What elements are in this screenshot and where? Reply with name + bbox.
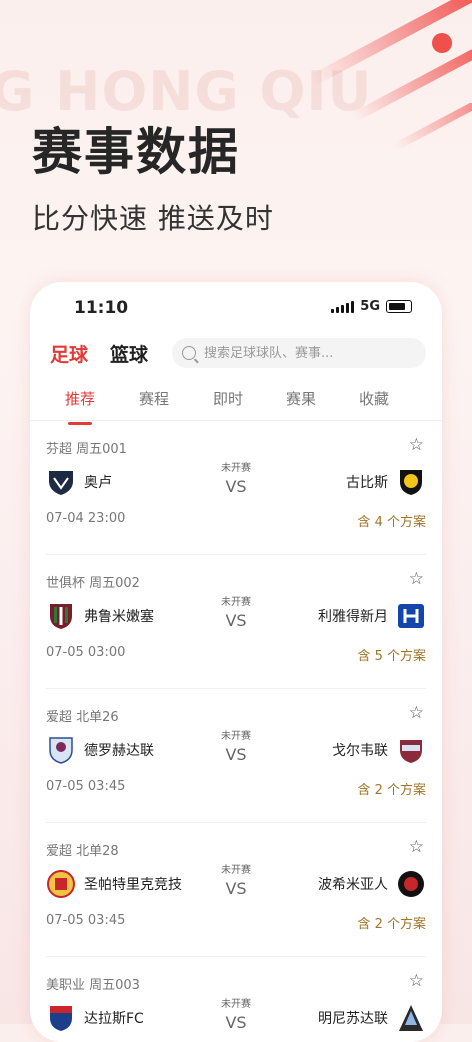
star-icon[interactable]: ☆ — [409, 435, 424, 455]
home-team-name: 圣帕特里克竞技 — [84, 877, 182, 893]
home-team-name: 弗鲁米嫩塞 — [84, 609, 154, 625]
home-team-name: 达拉斯FC — [84, 1011, 144, 1027]
match-card[interactable]: 爱超 北单28 ☆ 未开赛 VS 圣帕特里克竞技 波希米亚人 07-05 03:… — [46, 823, 426, 957]
tab-live[interactable]: 即时 — [198, 388, 258, 409]
home-team: 圣帕特里克竞技 — [46, 869, 182, 899]
away-team: 利雅得新月 — [318, 601, 426, 631]
search-icon — [182, 346, 196, 360]
hero-title: 赛事数据 — [32, 123, 240, 181]
star-icon[interactable]: ☆ — [409, 569, 424, 589]
tab-recommend[interactable]: 推荐 — [50, 388, 110, 425]
home-team-name: 德罗赫达联 — [84, 743, 154, 759]
decor-stripe — [393, 101, 472, 151]
home-team: 达拉斯FC — [46, 1003, 144, 1033]
away-team-name: 利雅得新月 — [318, 609, 388, 625]
tab-football[interactable]: 足球 — [50, 340, 88, 367]
match-league: 爱超 北单26 — [46, 710, 119, 725]
team-logo-icon — [400, 740, 422, 763]
team-logo-icon — [399, 1005, 423, 1031]
status-bar: 11:10 5G — [30, 282, 442, 332]
team-logo-icon — [50, 1006, 72, 1031]
home-team: 德罗赫达联 — [46, 735, 154, 765]
match-time: 07-05 03:00 — [46, 645, 126, 660]
star-icon[interactable]: ☆ — [409, 971, 424, 991]
signal-icon — [331, 300, 355, 313]
status-time: 11:10 — [74, 298, 129, 318]
match-card[interactable]: 芬超 周五001 ☆ 未开赛 VS 奥卢 古比斯 07-04 23:00 含 4… — [46, 421, 426, 555]
sub-tab-bar: 推荐 赛程 即时 赛果 收藏 — [30, 376, 442, 425]
plan-count[interactable]: 含 2 个方案 — [357, 779, 426, 798]
away-team: 明尼苏达联 — [318, 1003, 426, 1033]
team-logo-icon — [400, 470, 422, 495]
match-league: 芬超 周五001 — [46, 442, 127, 457]
battery-icon — [386, 300, 412, 313]
match-time: 07-05 03:45 — [46, 779, 126, 794]
hero-subtitle: 比分快速 推送及时 — [32, 202, 274, 235]
tab-results[interactable]: 赛果 — [271, 388, 331, 409]
search-bar[interactable] — [172, 338, 426, 368]
search-input[interactable] — [202, 344, 406, 362]
plan-count[interactable]: 含 4 个方案 — [357, 511, 426, 530]
away-team-name: 古比斯 — [346, 475, 388, 491]
team-logo-icon — [398, 871, 424, 897]
match-league: 美职业 周五003 — [46, 978, 140, 993]
away-team: 戈尔韦联 — [332, 735, 426, 765]
match-list: 芬超 周五001 ☆ 未开赛 VS 奥卢 古比斯 07-04 23:00 含 4… — [30, 421, 442, 1042]
tab-schedule[interactable]: 赛程 — [124, 388, 184, 409]
match-card[interactable]: 美职业 周五003 ☆ 未开赛 VS 达拉斯FC 明尼苏达联 — [46, 957, 426, 1042]
away-team-name: 明尼苏达联 — [318, 1011, 388, 1027]
match-time: 07-05 03:45 — [46, 913, 126, 928]
tab-label: 推荐 — [64, 390, 95, 408]
team-logo-icon — [49, 737, 73, 764]
team-logo-icon — [47, 870, 75, 898]
tab-favorites[interactable]: 收藏 — [344, 388, 404, 409]
plan-count[interactable]: 含 2 个方案 — [357, 913, 426, 932]
phone-mockup: 11:10 5G 足球 篮球 推荐 赛程 即时 赛果 收藏 芬超 周五001 ☆… — [30, 282, 442, 1042]
away-team-name: 戈尔韦联 — [332, 743, 388, 759]
team-logo-icon — [398, 604, 424, 628]
decor-dot — [432, 33, 452, 53]
match-card[interactable]: 世俱杯 周五002 ☆ 未开赛 VS 弗鲁米嫩塞 利雅得新月 07-05 03:… — [46, 555, 426, 689]
home-team: 奥卢 — [46, 467, 112, 497]
home-team-name: 奥卢 — [84, 475, 112, 491]
team-logo-icon — [50, 604, 72, 629]
match-time: 07-04 23:00 — [46, 511, 126, 526]
tab-basketball[interactable]: 篮球 — [110, 340, 148, 367]
away-team: 古比斯 — [346, 467, 426, 497]
match-card[interactable]: 爱超 北单26 ☆ 未开赛 VS 德罗赫达联 戈尔韦联 07-05 03:45 … — [46, 689, 426, 823]
plan-count[interactable]: 含 5 个方案 — [357, 645, 426, 664]
team-logo-icon — [49, 471, 73, 495]
home-team: 弗鲁米嫩塞 — [46, 601, 154, 631]
away-team: 波希米亚人 — [318, 869, 426, 899]
star-icon[interactable]: ☆ — [409, 703, 424, 723]
match-league: 世俱杯 周五002 — [46, 576, 140, 591]
network-type: 5G — [360, 299, 380, 314]
star-icon[interactable]: ☆ — [409, 837, 424, 857]
away-team-name: 波希米亚人 — [318, 877, 388, 893]
sport-switcher: 足球 篮球 — [30, 332, 442, 376]
match-league: 爱超 北单28 — [46, 844, 119, 859]
